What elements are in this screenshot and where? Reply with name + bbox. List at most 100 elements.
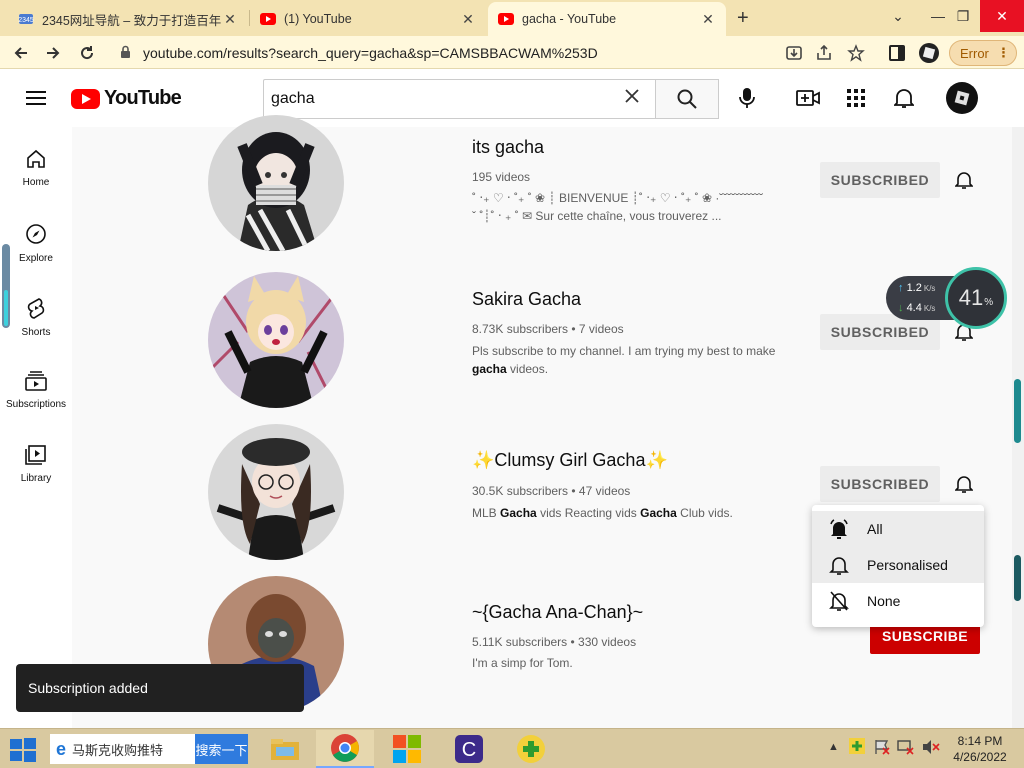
photos-app-icon[interactable] xyxy=(378,730,436,768)
browser-tab-strip: 2345 2345网址导航 – 致力于打造百年 ✕ (1) YouTube ✕ … xyxy=(0,0,1024,36)
notification-bell-icon[interactable] xyxy=(950,470,978,498)
channel-avatar[interactable] xyxy=(208,115,344,251)
channel-name[interactable]: its gacha xyxy=(472,137,544,158)
ie-icon: e xyxy=(56,738,67,759)
youtube-logo[interactable]: YouTube xyxy=(71,87,182,110)
app-c-icon[interactable]: C xyxy=(440,730,498,768)
taskbar-search[interactable]: e 马斯克收购推特 xyxy=(50,734,195,764)
sidebar-item-library[interactable]: Library xyxy=(0,423,72,493)
subscribed-button[interactable]: SUBSCRIBED xyxy=(820,162,940,198)
tray-flag-icon[interactable] xyxy=(874,739,890,758)
account-avatar[interactable] xyxy=(946,82,978,114)
reload-icon[interactable] xyxy=(74,40,100,66)
scroll-thumb[interactable] xyxy=(1014,379,1021,443)
share-icon[interactable] xyxy=(811,40,837,66)
search-box[interactable] xyxy=(263,79,656,119)
scroll-thumb-secondary[interactable] xyxy=(1014,555,1021,601)
search-input[interactable] xyxy=(271,90,611,108)
menu-item-personalised[interactable]: Personalised xyxy=(812,547,984,583)
clear-search-icon[interactable] xyxy=(624,88,640,109)
forward-icon[interactable] xyxy=(40,40,66,66)
side-panel-icon[interactable] xyxy=(884,40,910,66)
notifications-bell-icon[interactable] xyxy=(891,85,917,111)
description-line: ˇ ˚┊˚ ‧ ₊ ˚ ✉ Sur cette chaîne, vous tro… xyxy=(472,209,722,223)
channel-name[interactable]: Sakira Gacha xyxy=(472,289,581,310)
profile-error-button[interactable]: Error ⋮ xyxy=(949,40,1017,66)
taskbar-search-button[interactable]: 搜索一下 xyxy=(195,734,248,764)
clock-time: 8:14 PM xyxy=(957,734,1003,748)
chrome-icon[interactable] xyxy=(316,730,374,768)
restore-icon[interactable]: ❐ xyxy=(943,0,983,32)
search-button[interactable] xyxy=(655,79,719,119)
channel-avatar[interactable] xyxy=(208,424,344,560)
menu-item-none[interactable]: None xyxy=(812,583,984,619)
tab-youtube[interactable]: (1) YouTube ✕ xyxy=(250,2,486,36)
youtube-header: YouTube xyxy=(0,69,1024,127)
menu-item-all[interactable]: All xyxy=(812,511,984,547)
file-explorer-icon[interactable] xyxy=(256,730,314,768)
sidebar-item-shorts[interactable]: Shorts xyxy=(0,275,72,345)
back-icon[interactable] xyxy=(8,40,34,66)
gauge-unit: % xyxy=(984,296,994,308)
voice-search-icon[interactable] xyxy=(734,85,760,111)
description-highlight: gacha xyxy=(472,362,507,376)
taskbar-search-text: 马斯克收购推特 xyxy=(72,742,164,758)
menu-item-label: None xyxy=(867,593,901,609)
tab-search-chevron-icon[interactable]: ⌄ xyxy=(878,0,918,32)
install-icon[interactable] xyxy=(781,40,807,66)
create-video-icon[interactable] xyxy=(795,85,821,111)
sidebar-item-home[interactable]: Home xyxy=(0,127,72,197)
description-text: MLB xyxy=(472,506,497,520)
channel-description: ˚ ‧₊ ♡ ‧ ˚₊ ˚ ❀ ┊ BIENVENUE ┊˚ ‧₊ ♡ ‧ ˚₊… xyxy=(472,189,802,225)
channel-meta: 195 videos xyxy=(472,170,531,184)
channel-name[interactable]: ~{Gacha Ana-Chan}~ xyxy=(472,602,643,623)
description-highlight: Gacha xyxy=(500,506,537,520)
description-text: Club vids. xyxy=(680,506,733,520)
apps-grid-icon[interactable] xyxy=(843,85,869,111)
tray-volume-muted-icon[interactable] xyxy=(922,739,940,758)
tab-2345[interactable]: 2345 2345网址导航 – 致力于打造百年 ✕ xyxy=(8,2,248,36)
sidebar-item-explore[interactable]: Explore xyxy=(0,201,72,271)
extension-roblox-icon[interactable] xyxy=(916,40,942,66)
description-text: Pls subscribe to my channel. I am trying… xyxy=(472,344,776,358)
close-icon[interactable]: ✕ xyxy=(222,11,238,28)
description-text: vids Reacting vids xyxy=(540,506,637,520)
channel-avatar[interactable] xyxy=(208,272,344,408)
tray-expand-icon[interactable]: ▲ xyxy=(828,741,839,753)
bell-off-icon xyxy=(828,590,850,612)
channel-description: MLB Gacha vids Reacting vids Gacha Club … xyxy=(472,504,802,522)
sidebar-item-subscriptions[interactable]: Subscriptions xyxy=(0,349,72,419)
taskbar-clock[interactable]: 8:14 PM 4/26/2022 xyxy=(950,733,1010,765)
sparkle-icon: ✨ xyxy=(472,450,495,470)
tray-green-icon[interactable] xyxy=(848,737,866,758)
windows-start-icon[interactable] xyxy=(8,737,38,763)
address-bar[interactable]: youtube.com/results?search_query=gacha&s… xyxy=(112,40,772,66)
home-icon xyxy=(27,149,45,168)
page-scrollbar[interactable] xyxy=(1012,127,1024,728)
more-vert-icon: ⋮ xyxy=(996,45,1010,60)
bookmark-star-icon[interactable] xyxy=(843,40,869,66)
channel-description: Pls subscribe to my channel. I am trying… xyxy=(472,342,802,378)
tray-network-icon[interactable] xyxy=(897,739,915,758)
speed-unit: K/s xyxy=(923,304,936,313)
subscribed-button[interactable]: SUBSCRIBED xyxy=(820,466,940,502)
channel-name[interactable]: ✨Clumsy Girl Gacha✨ xyxy=(472,450,668,471)
new-tab-icon[interactable]: + xyxy=(737,7,749,30)
volume-overlay-slider[interactable] xyxy=(2,244,10,328)
close-icon[interactable]: ✕ xyxy=(700,11,716,28)
menu-icon[interactable] xyxy=(26,91,46,105)
window-close-icon[interactable]: ✕ xyxy=(980,0,1024,32)
channel-meta: 8.73K subscribers • 7 videos xyxy=(472,322,624,336)
tab-gacha-youtube[interactable]: gacha - YouTube ✕ xyxy=(488,2,726,36)
channel-result: Sakira Gacha 8.73K subscribers • 7 video… xyxy=(72,272,1012,422)
green-plus-app-icon[interactable] xyxy=(502,730,560,768)
memory-gauge[interactable]: 41% xyxy=(945,267,1007,329)
channel-result: its gacha 195 videos ˚ ‧₊ ♡ ‧ ˚₊ ˚ ❀ ┊ B… xyxy=(72,115,1012,277)
gauge-value: 41 xyxy=(958,285,984,310)
youtube-play-icon xyxy=(71,88,100,109)
subscriptions-icon xyxy=(25,371,47,391)
search-icon xyxy=(677,89,697,109)
clock-date: 4/26/2022 xyxy=(953,750,1007,764)
notification-bell-icon[interactable] xyxy=(950,166,978,194)
close-icon[interactable]: ✕ xyxy=(460,11,476,28)
